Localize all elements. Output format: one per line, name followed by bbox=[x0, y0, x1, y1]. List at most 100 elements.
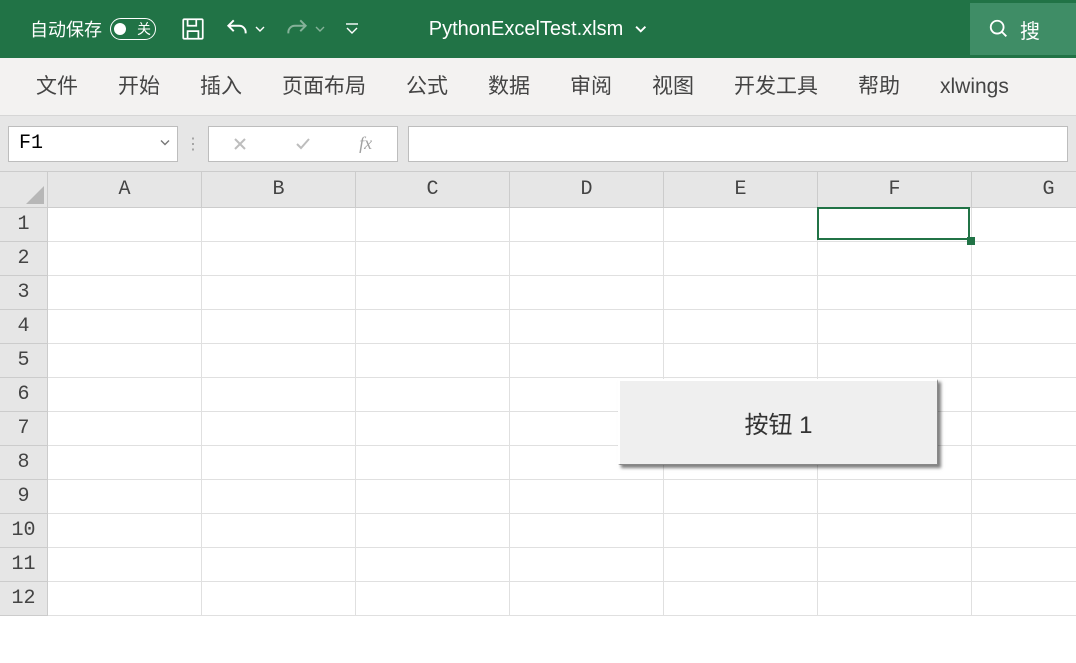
cell[interactable] bbox=[818, 208, 972, 242]
cell[interactable] bbox=[202, 480, 356, 514]
select-all-button[interactable] bbox=[0, 172, 48, 208]
row-header[interactable]: 8 bbox=[0, 446, 48, 480]
cell[interactable] bbox=[202, 276, 356, 310]
ribbon-tab[interactable]: 插入 bbox=[180, 58, 262, 116]
row-header[interactable]: 2 bbox=[0, 242, 48, 276]
row-header[interactable]: 5 bbox=[0, 344, 48, 378]
cell[interactable] bbox=[202, 514, 356, 548]
undo-button[interactable] bbox=[224, 16, 266, 42]
cell[interactable] bbox=[48, 378, 202, 412]
cell[interactable] bbox=[356, 310, 510, 344]
cell[interactable] bbox=[356, 480, 510, 514]
cell[interactable] bbox=[972, 514, 1076, 548]
cell[interactable] bbox=[972, 242, 1076, 276]
ribbon-tab[interactable]: 审阅 bbox=[550, 58, 632, 116]
cell[interactable] bbox=[510, 242, 664, 276]
cell[interactable] bbox=[202, 242, 356, 276]
cell[interactable] bbox=[510, 344, 664, 378]
formula-input[interactable] bbox=[408, 126, 1068, 162]
cell[interactable] bbox=[818, 242, 972, 276]
search-box[interactable]: 搜 bbox=[970, 3, 1076, 55]
cell[interactable] bbox=[48, 446, 202, 480]
ribbon-tab[interactable]: 视图 bbox=[632, 58, 714, 116]
ribbon-tab[interactable]: 开始 bbox=[98, 58, 180, 116]
cell[interactable] bbox=[972, 208, 1076, 242]
cell[interactable] bbox=[510, 514, 664, 548]
cell[interactable] bbox=[664, 344, 818, 378]
cell[interactable] bbox=[202, 548, 356, 582]
cell[interactable] bbox=[356, 412, 510, 446]
cell[interactable] bbox=[202, 310, 356, 344]
ribbon-tab[interactable]: 页面布局 bbox=[262, 58, 386, 116]
column-header[interactable]: A bbox=[48, 172, 202, 208]
column-header[interactable]: F bbox=[818, 172, 972, 208]
cell[interactable] bbox=[818, 480, 972, 514]
cell[interactable] bbox=[356, 514, 510, 548]
cell[interactable] bbox=[664, 582, 818, 616]
cell[interactable] bbox=[202, 344, 356, 378]
cell[interactable] bbox=[818, 548, 972, 582]
cell[interactable] bbox=[510, 208, 664, 242]
column-header[interactable]: E bbox=[664, 172, 818, 208]
cell[interactable] bbox=[972, 446, 1076, 480]
cell[interactable] bbox=[48, 208, 202, 242]
cell[interactable] bbox=[48, 582, 202, 616]
cell[interactable] bbox=[818, 276, 972, 310]
row-header[interactable]: 12 bbox=[0, 582, 48, 616]
cancel-formula-button[interactable] bbox=[222, 136, 258, 152]
cell[interactable] bbox=[972, 412, 1076, 446]
cell[interactable] bbox=[48, 514, 202, 548]
customize-qat-button[interactable] bbox=[344, 21, 360, 37]
autosave-toggle[interactable]: 关 bbox=[110, 18, 156, 40]
cell[interactable] bbox=[510, 480, 664, 514]
name-box[interactable]: F1 bbox=[8, 126, 178, 162]
cell[interactable] bbox=[972, 582, 1076, 616]
cell[interactable] bbox=[48, 242, 202, 276]
row-header[interactable]: 11 bbox=[0, 548, 48, 582]
cell[interactable] bbox=[664, 208, 818, 242]
cell[interactable] bbox=[356, 208, 510, 242]
cell[interactable] bbox=[664, 276, 818, 310]
cell[interactable] bbox=[818, 514, 972, 548]
cell[interactable] bbox=[48, 412, 202, 446]
ribbon-tab[interactable]: 数据 bbox=[468, 58, 550, 116]
cell[interactable] bbox=[48, 480, 202, 514]
cell[interactable] bbox=[202, 582, 356, 616]
row-header[interactable]: 7 bbox=[0, 412, 48, 446]
cell[interactable] bbox=[972, 378, 1076, 412]
row-header[interactable]: 6 bbox=[0, 378, 48, 412]
ribbon-tab[interactable]: xlwings bbox=[920, 58, 1029, 116]
cell[interactable] bbox=[664, 514, 818, 548]
ribbon-tab[interactable]: 文件 bbox=[16, 58, 98, 116]
redo-button[interactable] bbox=[284, 16, 326, 42]
row-header[interactable]: 10 bbox=[0, 514, 48, 548]
cell[interactable] bbox=[202, 412, 356, 446]
row-header[interactable]: 3 bbox=[0, 276, 48, 310]
cell[interactable] bbox=[972, 548, 1076, 582]
cell[interactable] bbox=[510, 276, 664, 310]
ribbon-tab[interactable]: 公式 bbox=[386, 58, 468, 116]
row-header[interactable]: 4 bbox=[0, 310, 48, 344]
cell[interactable] bbox=[818, 344, 972, 378]
cell[interactable] bbox=[48, 344, 202, 378]
cell[interactable] bbox=[972, 480, 1076, 514]
row-header[interactable]: 1 bbox=[0, 208, 48, 242]
name-box-caret[interactable] bbox=[159, 132, 171, 155]
form-control-button[interactable]: 按钮 1 bbox=[618, 379, 938, 465]
ribbon-tab[interactable]: 帮助 bbox=[838, 58, 920, 116]
cell[interactable] bbox=[972, 310, 1076, 344]
cell[interactable] bbox=[664, 242, 818, 276]
cell[interactable] bbox=[818, 310, 972, 344]
cell[interactable] bbox=[202, 378, 356, 412]
row-header[interactable]: 9 bbox=[0, 480, 48, 514]
cell[interactable] bbox=[48, 310, 202, 344]
cell[interactable] bbox=[356, 378, 510, 412]
insert-function-button[interactable]: fx bbox=[348, 133, 384, 154]
cell[interactable] bbox=[664, 480, 818, 514]
cell[interactable] bbox=[202, 446, 356, 480]
cell[interactable] bbox=[48, 276, 202, 310]
cell[interactable] bbox=[510, 548, 664, 582]
cell[interactable] bbox=[664, 548, 818, 582]
cell[interactable] bbox=[510, 582, 664, 616]
cell[interactable] bbox=[510, 310, 664, 344]
